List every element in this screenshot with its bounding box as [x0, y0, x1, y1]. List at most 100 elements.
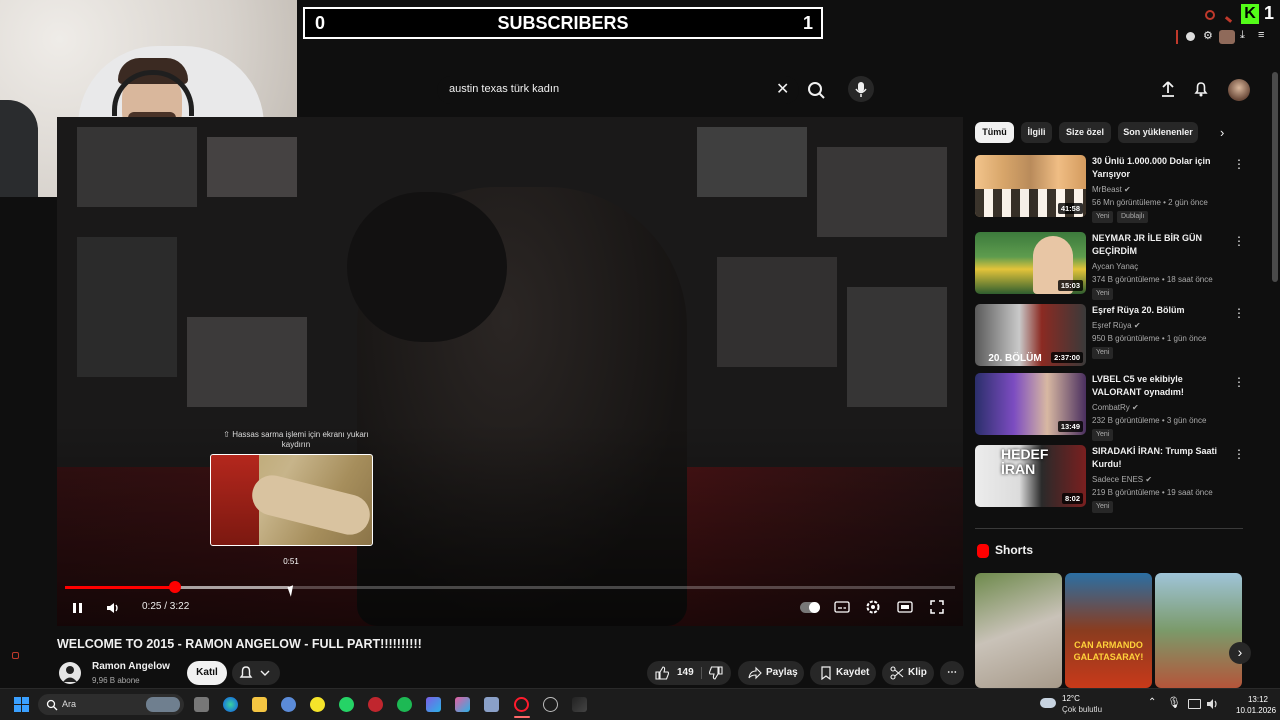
- recommendation-item[interactable]: 20. BÖLÜM 2:37:00 Eşref Rüya 20. Bölüm E…: [975, 304, 1265, 369]
- page-scrollbar[interactable]: [1272, 72, 1278, 282]
- autoplay-toggle[interactable]: [800, 602, 820, 613]
- app-purple-icon[interactable]: [426, 697, 441, 712]
- fullscreen-button[interactable]: [929, 599, 945, 620]
- edge-browser-icon[interactable]: [223, 697, 238, 712]
- chips-next-icon[interactable]: ›: [1220, 125, 1224, 140]
- recommendation-title[interactable]: Eşref Rüya 20. Bölüm: [1092, 304, 1227, 317]
- chip-recently-uploaded[interactable]: Son yüklenenler: [1118, 122, 1198, 143]
- pause-button[interactable]: [71, 601, 85, 620]
- recommendation-item[interactable]: 15:03 NEYMAR JR İLE BİR GÜN GEÇİRDİM Ayc…: [975, 232, 1265, 300]
- join-button[interactable]: Katıl: [187, 661, 227, 685]
- recommendation-thumbnail[interactable]: 20. BÖLÜM 2:37:00: [975, 304, 1086, 366]
- snapchat-icon[interactable]: [310, 697, 325, 712]
- opera-gx-icon[interactable]: [514, 697, 529, 712]
- recommendation-title[interactable]: NEYMAR JR İLE BİR GÜN GEÇİRDİM: [1092, 232, 1227, 258]
- recommendation-item[interactable]: 13:49 LVBEL C5 ve ekibiyle VALORANT oyna…: [975, 373, 1265, 441]
- video-player[interactable]: [57, 117, 963, 626]
- channel-avatar[interactable]: [59, 662, 81, 684]
- settings-app-icon[interactable]: [281, 697, 296, 712]
- recommendation-title[interactable]: SIRADAKİ İRAN: Trump Saati Kurdu!: [1092, 445, 1227, 471]
- theater-icon: [897, 601, 913, 613]
- active-app-indicator: [514, 716, 530, 718]
- task-view-icon[interactable]: [194, 697, 209, 712]
- avatar-group-icon[interactable]: [1219, 30, 1235, 44]
- more-vertical-icon[interactable]: ⋮: [1233, 375, 1245, 389]
- account-avatar[interactable]: [1228, 79, 1250, 101]
- taskbar-clock[interactable]: 13:12 10.01.2026: [1236, 694, 1276, 716]
- like-dislike-group: 149: [647, 661, 731, 685]
- more-vertical-icon[interactable]: ⋮: [1233, 447, 1245, 461]
- start-button[interactable]: [14, 697, 29, 717]
- save-label: Kaydet: [836, 667, 870, 678]
- weather-temperature[interactable]: 12°C: [1062, 694, 1080, 703]
- recording-indicator: [12, 652, 19, 659]
- search-button[interactable]: [800, 74, 836, 106]
- recommendation-item[interactable]: 41:58 30 Ünlü 1.000.000 Dolar için Yarış…: [975, 155, 1265, 223]
- tray-overflow-icon[interactable]: ⌃: [1148, 697, 1156, 708]
- shorts-next-button[interactable]: ›: [1229, 642, 1251, 664]
- extensions-icon[interactable]: ⚙: [1203, 29, 1213, 42]
- clear-search-icon[interactable]: ✕: [776, 79, 789, 99]
- clip-button[interactable]: Klip: [882, 661, 934, 685]
- download-icon[interactable]: ⤓: [1240, 29, 1245, 42]
- save-button[interactable]: Kaydet: [810, 661, 876, 685]
- recommendation-channel[interactable]: CombatRy ✔: [1092, 403, 1139, 412]
- microphone-tray-icon[interactable]: 🎙: [1167, 696, 1181, 709]
- pause-icon: [73, 603, 82, 613]
- weather-cloud-icon[interactable]: [1040, 698, 1056, 708]
- app-window-icon[interactable]: [484, 697, 499, 712]
- spotify-icon[interactable]: [397, 697, 412, 712]
- chip-for-you[interactable]: Size özel: [1059, 122, 1111, 143]
- upload-button[interactable]: [1159, 80, 1177, 103]
- recommendation-thumbnail[interactable]: 41:58: [975, 155, 1086, 217]
- recommendation-channel[interactable]: Aycan Yanaç: [1092, 262, 1138, 271]
- more-vertical-icon[interactable]: ⋮: [1233, 306, 1245, 320]
- app-circle-icon[interactable]: [543, 697, 558, 712]
- speaker-icon: [1207, 699, 1217, 709]
- more-vertical-icon[interactable]: ⋮: [1233, 234, 1245, 248]
- subscriber-goal-overlay: 0 SUBSCRIBERS 1: [303, 7, 823, 39]
- upload-icon: [1162, 81, 1174, 97]
- channel-name[interactable]: Ramon Angelow: [92, 661, 170, 672]
- short-item[interactable]: [1155, 573, 1242, 688]
- voice-search-button[interactable]: [848, 76, 874, 102]
- search-icon: [808, 82, 825, 99]
- more-vertical-icon[interactable]: ⋮: [1233, 157, 1245, 171]
- recommendation-thumbnail[interactable]: HEDEF İRAN 8:02: [975, 445, 1086, 507]
- short-item[interactable]: CAN ARMANDO GALATASARAY!: [1065, 573, 1152, 688]
- recommendation-title[interactable]: 30 Ünlü 1.000.000 Dolar için Yarışıyor: [1092, 155, 1227, 181]
- recommendation-item[interactable]: HEDEF İRAN 8:02 SIRADAKİ İRAN: Trump Saa…: [975, 445, 1265, 513]
- share-button[interactable]: Paylaş: [738, 661, 804, 685]
- profile-dot-icon[interactable]: [1186, 32, 1195, 41]
- recommendation-title[interactable]: LVBEL C5 ve ekibiyle VALORANT oynadım!: [1092, 373, 1227, 399]
- recommendation-channel[interactable]: Sadece ENES ✔: [1092, 475, 1152, 484]
- theater-mode-button[interactable]: [897, 600, 913, 619]
- weather-description[interactable]: Çok bulutlu: [1062, 705, 1102, 714]
- search-query[interactable]: austin texas türk kadın: [449, 83, 559, 95]
- settings-button[interactable]: [865, 599, 881, 620]
- app-pen-icon[interactable]: [572, 697, 587, 712]
- app-red-icon[interactable]: [368, 697, 383, 712]
- more-actions-button[interactable]: ⋯: [940, 661, 964, 685]
- mute-button[interactable]: [105, 601, 121, 620]
- display-tray-icon[interactable]: [1188, 699, 1201, 709]
- recommendation-channel[interactable]: MrBeast ✔: [1092, 185, 1131, 194]
- file-explorer-icon[interactable]: [252, 697, 267, 712]
- menu-icon[interactable]: ≡: [1258, 29, 1264, 41]
- chip-related[interactable]: İlgili: [1021, 122, 1052, 143]
- recommendation-thumbnail[interactable]: 13:49: [975, 373, 1086, 435]
- volume-tray-icon[interactable]: [1206, 697, 1220, 715]
- progress-scrubber[interactable]: [169, 581, 181, 593]
- recommendation-channel[interactable]: Eşref Rüya ✔: [1092, 321, 1141, 330]
- whatsapp-icon[interactable]: [339, 697, 354, 712]
- recommendation-thumbnail[interactable]: 15:03: [975, 232, 1086, 294]
- channel-name-text: CombatRy: [1092, 403, 1130, 412]
- subtitles-button[interactable]: [834, 600, 850, 619]
- copilot-icon[interactable]: [455, 697, 470, 712]
- short-item[interactable]: [975, 573, 1062, 688]
- chip-all[interactable]: Tümü: [975, 122, 1014, 143]
- subscription-bell-button[interactable]: [232, 661, 280, 685]
- taskbar-search[interactable]: Ara: [38, 694, 184, 715]
- like-divider: [701, 667, 702, 679]
- notifications-button[interactable]: [1192, 80, 1210, 103]
